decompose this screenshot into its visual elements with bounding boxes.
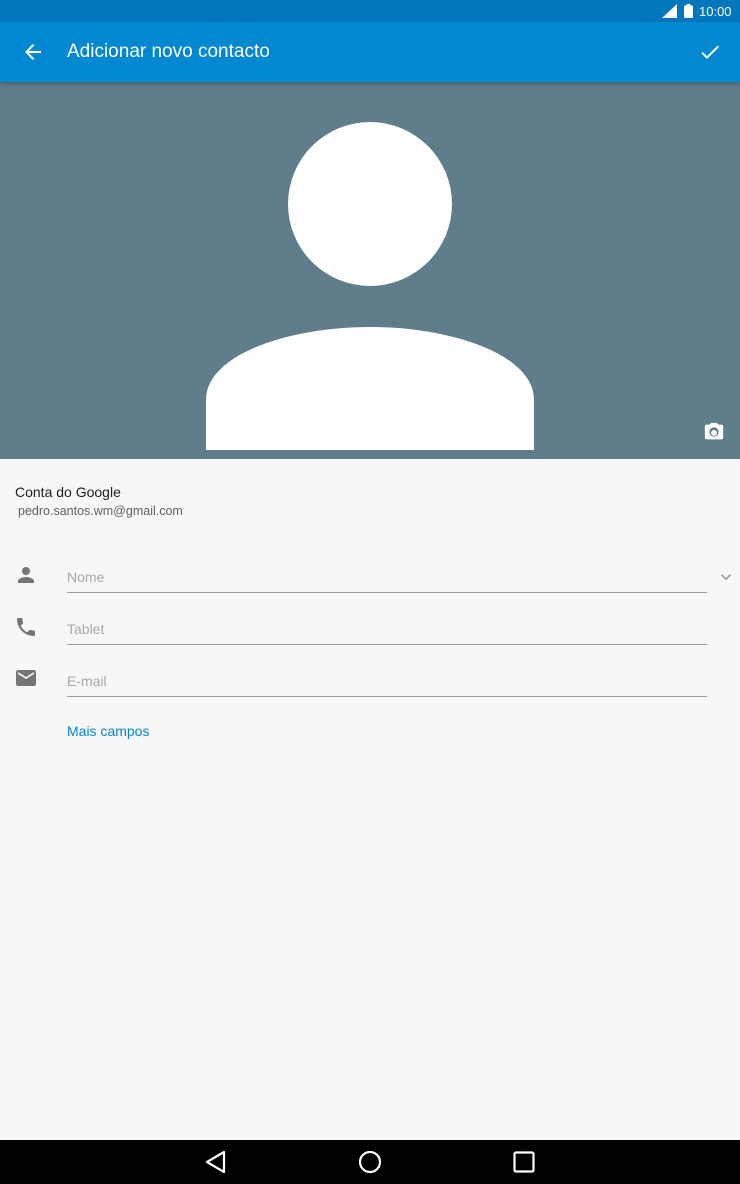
app-bar: Adicionar novo contacto <box>0 22 740 82</box>
home-nav-icon[interactable] <box>357 1149 383 1175</box>
battery-icon <box>684 4 693 18</box>
name-field[interactable] <box>67 563 707 593</box>
person-silhouette-icon <box>206 122 534 450</box>
page-title: Adicionar novo contacto <box>67 41 270 62</box>
chevron-down-icon[interactable] <box>716 567 736 587</box>
status-bar: 10:00 <box>0 0 740 22</box>
phone-icon <box>17 618 35 636</box>
camera-icon[interactable] <box>703 421 725 443</box>
contact-photo-area[interactable] <box>0 82 740 459</box>
email-field[interactable] <box>67 667 707 697</box>
account-name: Conta do Google <box>15 484 121 500</box>
phone-input[interactable] <box>67 615 707 643</box>
system-nav-bar <box>0 1140 740 1184</box>
status-time: 10:00 <box>699 4 732 19</box>
arrow-back-icon[interactable] <box>21 40 45 64</box>
phone-field[interactable] <box>67 615 707 645</box>
back-nav-icon[interactable] <box>203 1149 229 1175</box>
more-fields-link[interactable]: Mais campos <box>67 723 149 739</box>
person-icon <box>18 567 34 583</box>
email-icon <box>16 670 36 686</box>
account-info: Conta do Google pedro.santos.wm@gmail.co… <box>15 484 183 518</box>
account-email: pedro.santos.wm@gmail.com <box>18 504 183 518</box>
name-input[interactable] <box>67 563 707 591</box>
email-input[interactable] <box>67 667 707 695</box>
signal-icon <box>662 4 677 18</box>
check-icon[interactable] <box>698 40 722 64</box>
recents-nav-icon[interactable] <box>511 1149 537 1175</box>
